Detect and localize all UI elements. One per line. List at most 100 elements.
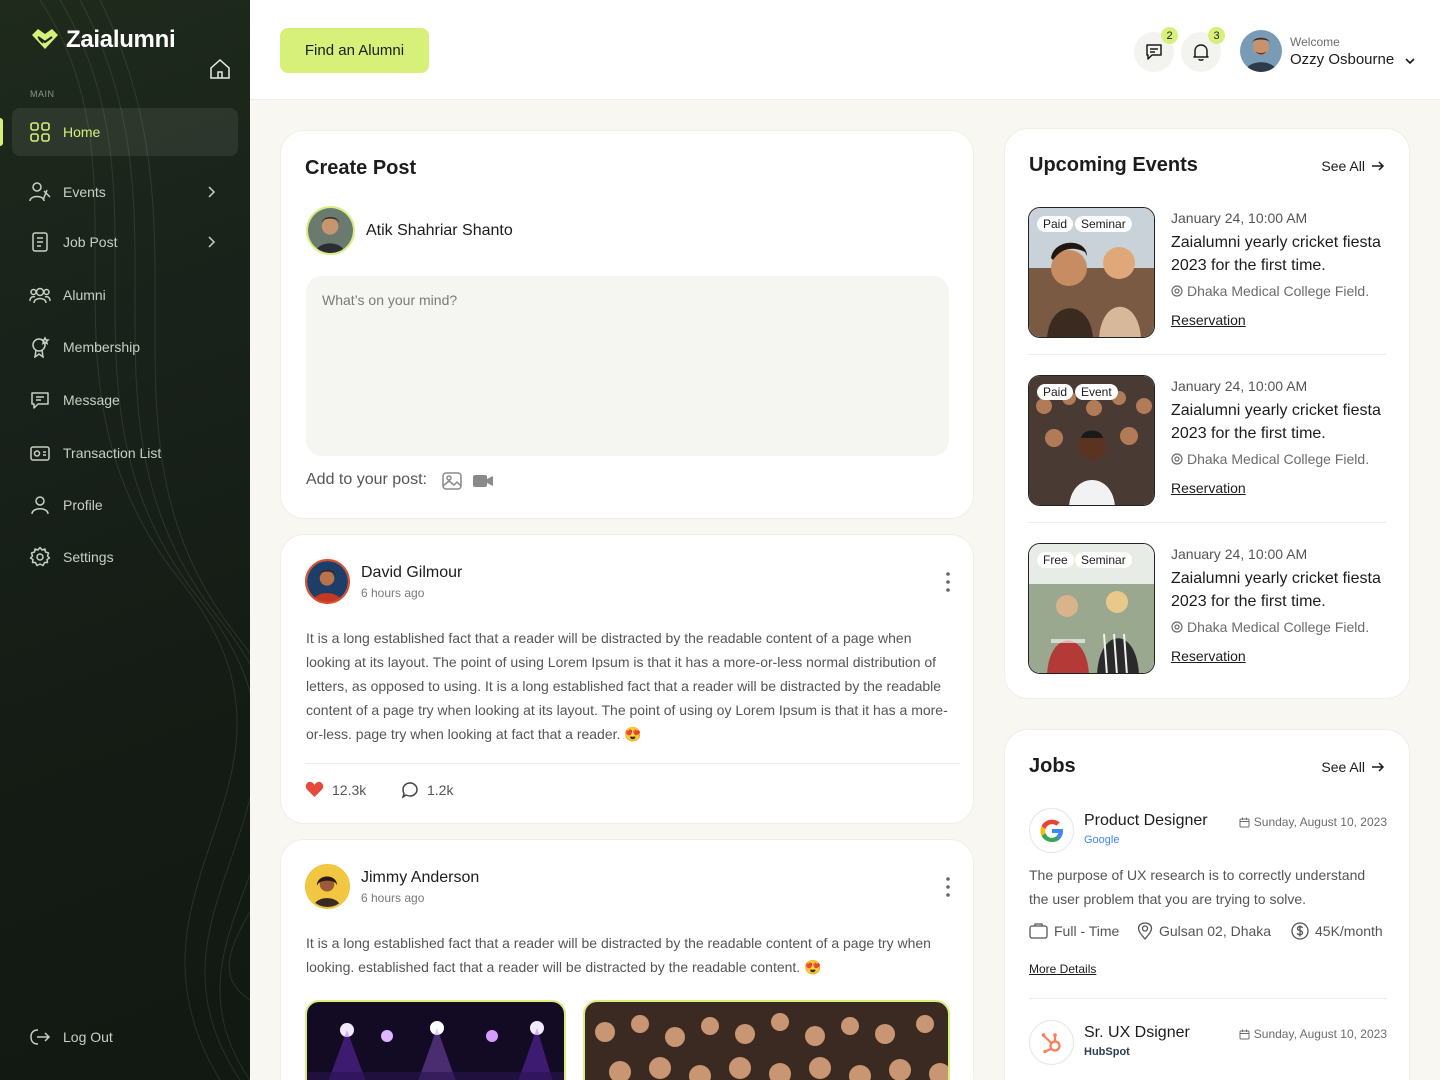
post-divider (305, 763, 960, 764)
post-author-name[interactable]: Jimmy Anderson (361, 869, 479, 887)
sidebar-item-alumni[interactable]: Alumni (12, 271, 238, 319)
create-post-title: Create Post (305, 157, 417, 179)
google-icon (1040, 819, 1063, 842)
reservation-link[interactable]: Reservation (1171, 648, 1246, 664)
post-author-avatar[interactable] (305, 559, 350, 604)
sidebar-item-label: Profile (63, 497, 103, 513)
event-tag: Paid (1037, 216, 1074, 232)
sidebar-item-label: Events (63, 184, 106, 200)
author-avatar (306, 206, 355, 255)
event-title[interactable]: Zaialumni yearly cricket fiesta 2023 for… (1171, 231, 1386, 277)
chevron-right-icon (208, 236, 216, 248)
event-title[interactable]: Zaialumni yearly cricket fiesta 2023 for… (1171, 567, 1386, 613)
sidebar-item-job-post[interactable]: Job Post (12, 218, 238, 266)
post-author-avatar[interactable] (305, 864, 350, 909)
location-icon (1171, 621, 1183, 633)
reservation-link[interactable]: Reservation (1171, 312, 1246, 328)
job-salary: 45K/month (1291, 922, 1383, 940)
top-header: Find an Alumni 2 3 Welcome Ozzy Osbourne (250, 0, 1440, 100)
post-card: Jimmy Anderson 6 hours ago It is a long … (280, 839, 974, 1080)
notifications-button[interactable]: 3 (1181, 27, 1225, 72)
brand-name: Zaialumni (66, 26, 176, 53)
job-title[interactable]: Sr. UX Dsigner (1084, 1024, 1190, 1042)
sidebar-item-label: Job Post (63, 234, 118, 250)
like-button[interactable]: 12.3k (305, 781, 366, 798)
hubspot-logo (1029, 1020, 1074, 1065)
more-options-icon[interactable] (945, 876, 951, 898)
location-icon (1171, 453, 1183, 465)
event-date: January 24, 10:00 AM (1171, 378, 1308, 394)
sidebar-item-home[interactable]: Home (0, 108, 238, 156)
post-input[interactable] (306, 276, 949, 456)
post-body: It is a long established fact that a rea… (306, 935, 931, 975)
event-title[interactable]: Zaialumni yearly cricket fiesta 2023 for… (1171, 399, 1386, 445)
more-options-icon[interactable] (945, 571, 951, 593)
user-name[interactable]: Ozzy Osbourne (1290, 51, 1394, 68)
event-location: Dhaka Medical College Field. (1171, 451, 1369, 467)
jobs-title: Jobs (1029, 755, 1076, 777)
wallet-icon (30, 446, 50, 461)
section-label: MAIN (30, 89, 55, 99)
avatar-image (1240, 30, 1282, 72)
jobs-see-all-link[interactable]: See All (1321, 759, 1385, 775)
create-post-card: Create Post Atik Shahriar Shanto Add to … (280, 130, 974, 519)
job-title[interactable]: Product Designer (1084, 812, 1208, 830)
heart-icon (305, 781, 324, 797)
event-image[interactable]: Paid Event (1028, 375, 1155, 506)
comment-button[interactable]: 1.2k (401, 781, 453, 799)
see-all-label: See All (1321, 759, 1365, 775)
event-location: Dhaka Medical College Field. (1171, 283, 1369, 299)
post-image[interactable] (305, 1000, 566, 1080)
job-company: Google (1084, 834, 1120, 846)
logout-button[interactable]: Log Out (12, 1013, 238, 1061)
sidebar-item-settings[interactable]: Settings (12, 533, 238, 581)
event-tag: Paid (1037, 384, 1074, 400)
job-location: Gulsan 02, Dhaka (1137, 922, 1271, 940)
home-icon[interactable] (208, 58, 232, 80)
event-image[interactable]: Paid Seminar (1028, 207, 1155, 338)
event-divider (1028, 522, 1386, 523)
sidebar-item-transaction-list[interactable]: Transaction List (12, 429, 238, 477)
event-date: January 24, 10:00 AM (1171, 546, 1308, 562)
document-icon (32, 232, 48, 252)
chat-icon (1146, 44, 1162, 60)
job-divider (1029, 998, 1387, 999)
sidebar-item-events[interactable]: Events (12, 168, 238, 216)
events-icon (29, 182, 51, 202)
see-all-label: See All (1321, 158, 1365, 174)
post-image[interactable] (583, 1000, 950, 1080)
brand-logo[interactable]: Zaialumni (30, 26, 176, 54)
sidebar-item-membership[interactable]: Membership (12, 323, 238, 371)
post-author-name[interactable]: David Gilmour (361, 564, 462, 582)
post-body: It is a long established fact that a rea… (306, 630, 948, 742)
location-icon (1171, 285, 1183, 297)
find-alumni-button[interactable]: Find an Alumni (280, 28, 429, 73)
event-divider (1028, 354, 1386, 355)
dollar-icon (1291, 922, 1309, 940)
users-icon (29, 287, 51, 304)
welcome-text: Welcome (1290, 35, 1340, 49)
user-icon (31, 496, 49, 515)
messages-button[interactable]: 2 (1134, 27, 1178, 72)
sidebar-item-message[interactable]: Message (12, 376, 238, 424)
video-upload-icon[interactable] (472, 471, 494, 491)
sidebar-item-profile[interactable]: Profile (12, 481, 238, 529)
image-upload-icon[interactable] (441, 471, 463, 491)
add-to-post-label: Add to your post: (306, 471, 427, 488)
event-location-text: Dhaka Medical College Field. (1187, 619, 1370, 635)
more-details-link[interactable]: More Details (1029, 962, 1096, 976)
job-description: The purpose of UX research is to correct… (1029, 867, 1366, 907)
briefcase-icon (1029, 923, 1048, 939)
arrow-right-icon (1372, 762, 1385, 772)
chevron-down-icon[interactable] (1404, 55, 1416, 67)
sidebar-item-label: Home (63, 124, 101, 140)
event-image[interactable]: Free Seminar (1028, 543, 1155, 674)
logo-icon (32, 29, 58, 49)
logout-label: Log Out (63, 1029, 113, 1045)
reservation-link[interactable]: Reservation (1171, 480, 1246, 496)
sidebar-item-label: Membership (63, 339, 141, 355)
events-see-all-link[interactable]: See All (1321, 158, 1385, 174)
notifications-badge: 3 (1208, 27, 1225, 44)
post-time: 6 hours ago (361, 891, 425, 905)
user-avatar[interactable] (1240, 30, 1282, 72)
